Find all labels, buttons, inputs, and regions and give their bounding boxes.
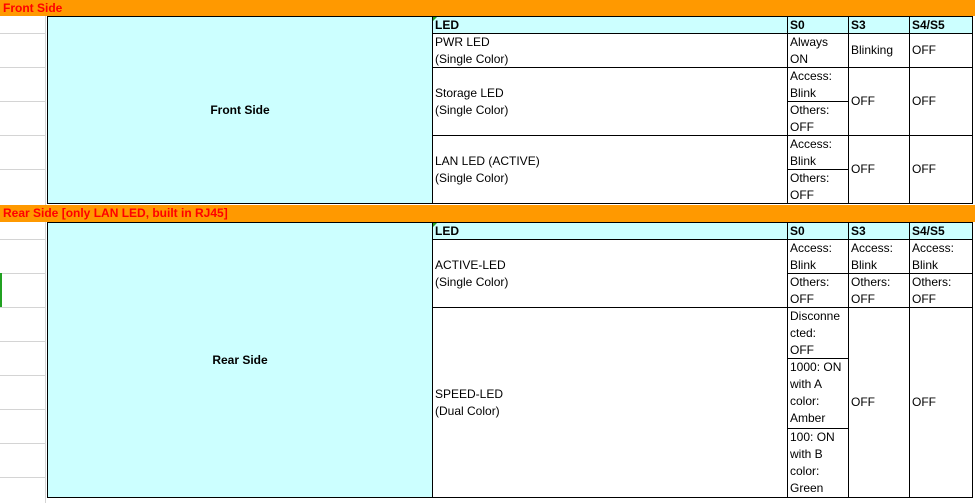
front-pwr-led-s45: OFF [909,33,973,68]
front-header-s0: S0 [787,16,849,34]
front-storage-led-s0-others: Others: OFF [787,101,849,136]
front-pwr-led-s0: Always ON [787,33,849,68]
note-marker-icon [433,223,437,227]
front-lan-led-name: LAN LED (ACTIVE) (Single Color) [432,135,788,204]
sheet-gridline [0,477,46,478]
rear-header-s0: S0 [787,222,849,240]
note-marker-icon [433,17,437,21]
front-header-s3: S3 [848,16,910,34]
sheet-gridline [0,375,46,376]
front-lan-led-s0-others: Others: OFF [787,169,849,204]
rear-active-led-s3-access: Access: Blink [848,239,910,274]
sheet-gridline [0,307,46,308]
front-pwr-led-name: PWR LED (Single Color) [432,33,788,68]
rear-active-led-s3-others: Others: OFF [848,273,910,308]
sheet-gridline [0,239,46,240]
rear-header-s3: S3 [848,222,910,240]
rear-active-led-s0-others: Others: OFF [787,273,849,308]
rear-speed-led-s45: OFF [909,307,973,498]
front-header-s45: S4/S5 [909,16,973,34]
front-header-led: LED [432,16,788,34]
sheet-gridline [0,101,46,102]
sheet-gridline [0,169,46,170]
front-side-label: Front Side [47,16,433,204]
selected-cell-marker [0,273,2,307]
front-storage-led-s45: OFF [909,67,973,136]
front-side-band: Front Side [0,0,975,16]
sheet-gridline [0,409,46,410]
sheet-gridline [0,273,46,274]
rear-header-led: LED [432,222,788,240]
front-lan-led-s3: OFF [848,135,910,204]
sheet-gridline [0,341,46,342]
front-lan-led-s45: OFF [909,135,973,204]
rear-speed-led-s0-1000: 1000: ON with A color: Amber [787,358,849,429]
sheet-gridline [0,33,46,34]
sheet-column-a [0,16,46,503]
sheet-gridline [0,135,46,136]
sheet-gridline [0,67,46,68]
rear-side-label: Rear Side [47,222,433,498]
front-lan-led-s0-access: Access: Blink [787,135,849,170]
rear-speed-led-s0-100: 100: ON with B color: Green [787,428,849,498]
front-pwr-led-s3: Blinking [848,33,910,68]
rear-active-led-s45-access: Access: Blink [909,239,973,274]
front-storage-led-s3: OFF [848,67,910,136]
rear-side-band: Rear Side [only LAN LED, built in RJ45] [0,205,975,222]
rear-header-s45: S4/S5 [909,222,973,240]
front-storage-led-name: Storage LED (Single Color) [432,67,788,136]
rear-speed-led-name: SPEED-LED (Dual Color) [432,307,788,498]
rear-active-led-s45-others: Others: OFF [909,273,973,308]
rear-speed-led-s0-disconnected: Disconne cted: OFF [787,307,849,359]
rear-speed-led-s3: OFF [848,307,910,498]
rear-active-led-s0-access: Access: Blink [787,239,849,274]
sheet-gridline [0,443,46,444]
front-storage-led-s0-access: Access: Blink [787,67,849,102]
rear-active-led-name: ACTIVE-LED (Single Color) [432,239,788,308]
